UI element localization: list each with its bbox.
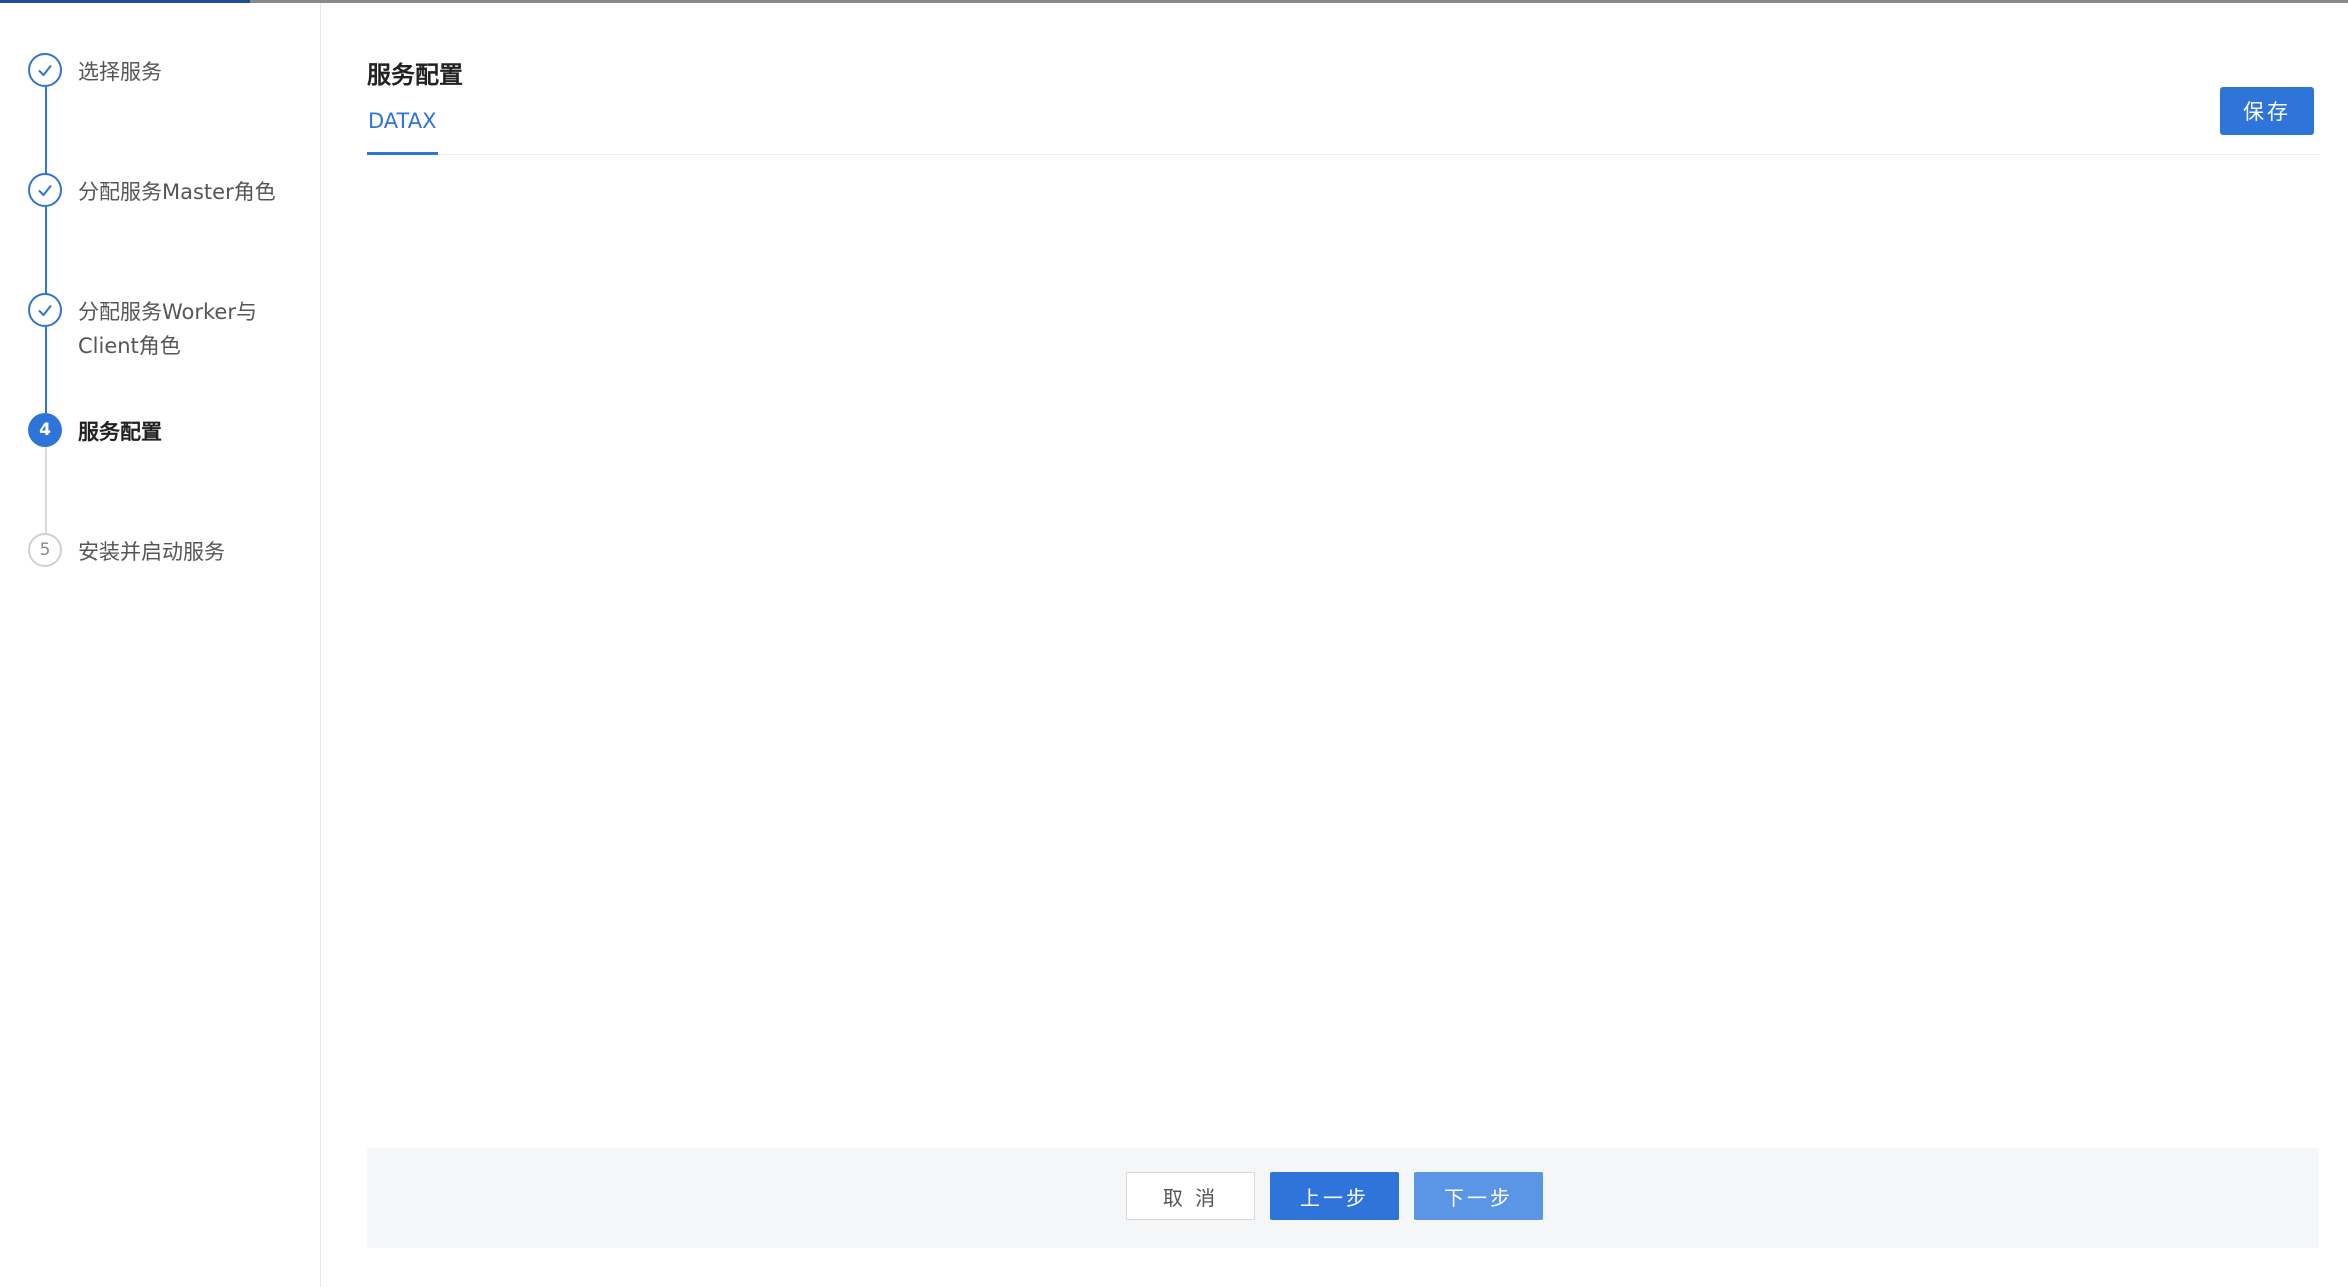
step-connector — [45, 87, 47, 177]
page-title: 服务配置 — [367, 61, 463, 89]
step-number-badge: 5 — [28, 533, 62, 567]
step-label: 安装并启动服务 — [78, 540, 225, 564]
cancel-button[interactable]: 取 消 — [1126, 1172, 1255, 1220]
next-step-button[interactable]: 下一步 — [1414, 1172, 1543, 1220]
main-content: 服务配置 DATAX 保存 取 消 上一步 下一步 — [322, 3, 2348, 1287]
check-icon — [28, 173, 62, 207]
check-icon — [28, 293, 62, 327]
previous-step-button[interactable]: 上一步 — [1270, 1172, 1399, 1220]
footer-actions: 取 消 上一步 下一步 — [367, 1148, 2319, 1248]
step-label: 选择服务 — [78, 60, 162, 84]
step-number-badge: 4 — [28, 413, 62, 447]
step-connector — [45, 207, 47, 297]
tab-datax[interactable]: DATAX — [367, 103, 438, 155]
steps-sidebar: 选择服务 分配服务Master角色 分配服务Worker与Client角色 4 … — [0, 3, 321, 1287]
save-button[interactable]: 保存 — [2220, 87, 2314, 135]
step-connector — [45, 447, 47, 537]
step-label: 服务配置 — [78, 420, 162, 444]
tab-bar: DATAX — [367, 103, 2319, 155]
step-connector — [45, 327, 47, 417]
step-label: 分配服务Worker与Client角色 — [78, 300, 257, 358]
check-icon — [28, 53, 62, 87]
step-label: 分配服务Master角色 — [78, 180, 276, 204]
